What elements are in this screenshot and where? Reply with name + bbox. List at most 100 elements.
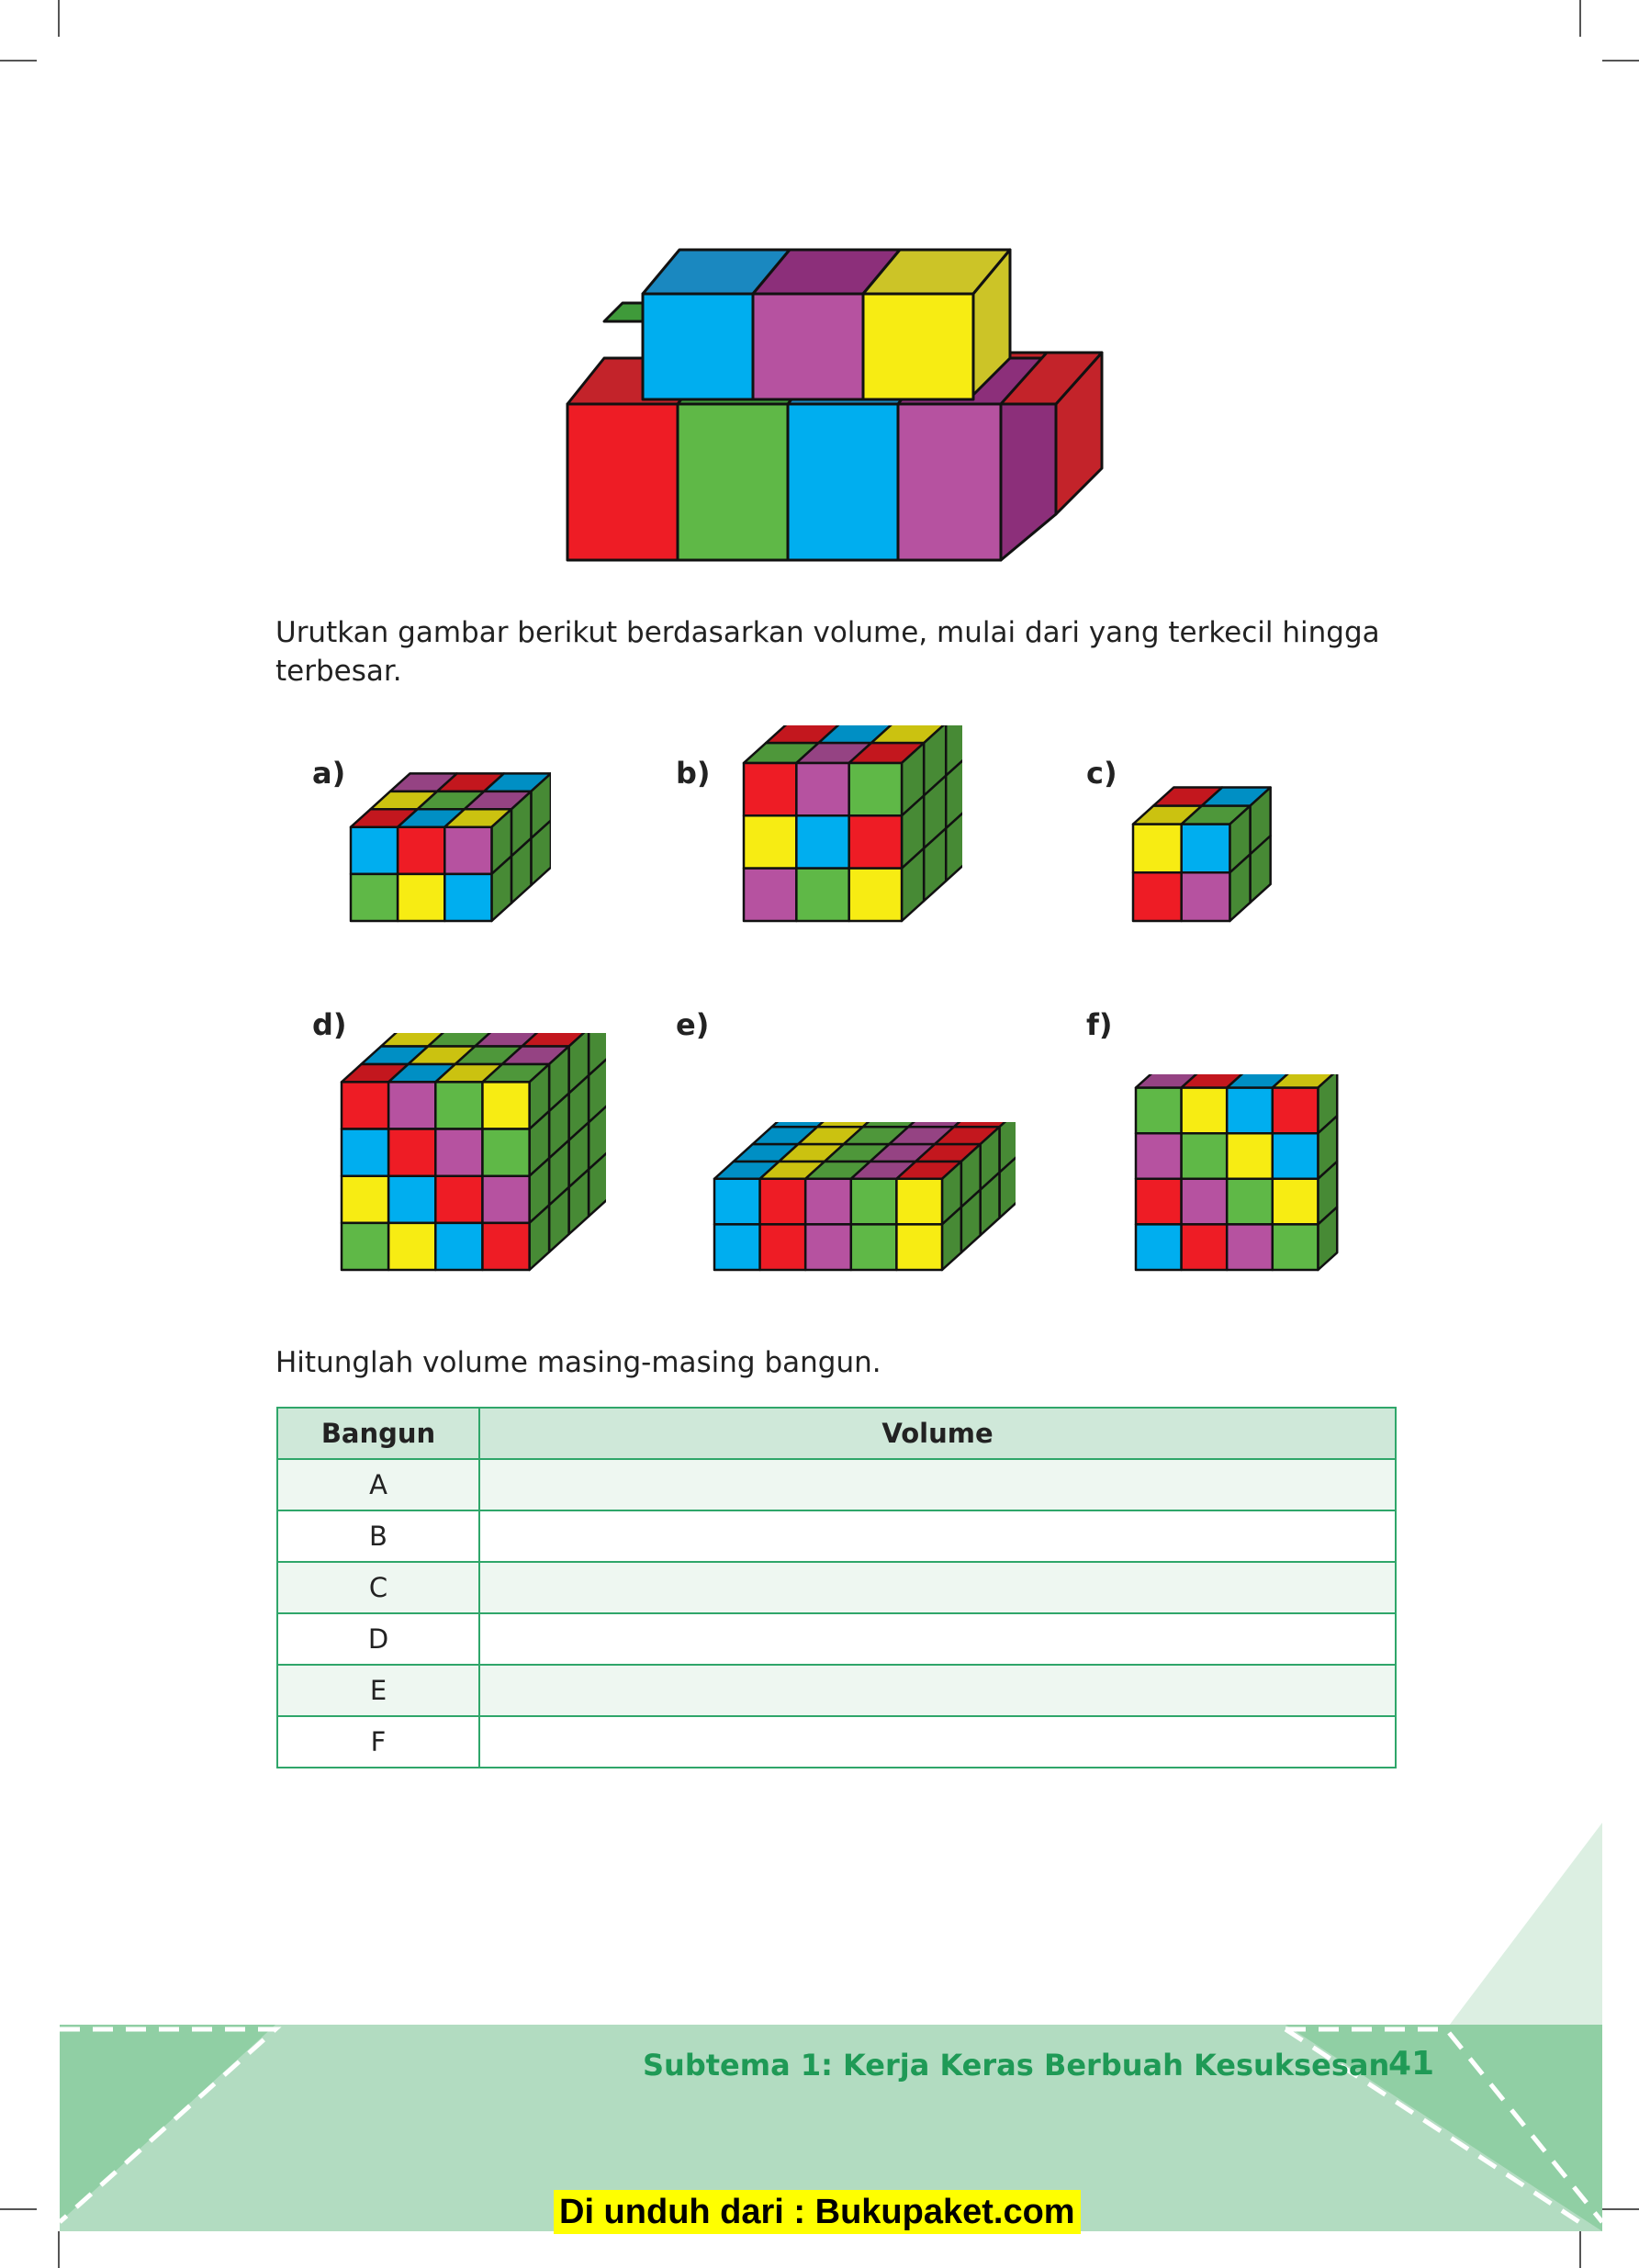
cube-front-face: [481, 1081, 531, 1130]
cell-volume[interactable]: [478, 1715, 1397, 1768]
cube-front-face: [349, 825, 399, 876]
cube-front-face: [1180, 1086, 1229, 1135]
cube-front-face: [849, 1177, 898, 1226]
cube-front-face: [848, 761, 904, 817]
stacked-cubes-illustration: [566, 248, 1104, 562]
compute-instruction: Hitunglah volume masing-masing bangun.: [275, 1346, 881, 1379]
order-instruction: Urutkan gambar berikut berdasarkan volum…: [275, 613, 1405, 691]
cuboid-figure-f: [1134, 1074, 1339, 1272]
cube-front-face: [1134, 1131, 1183, 1181]
cube-front-face: [443, 825, 493, 876]
table-header-row: Bangun Volume: [276, 1407, 1397, 1460]
cube-front-face: [1225, 1131, 1274, 1181]
cube-front-face: [396, 872, 446, 923]
cube-front-face: [795, 814, 850, 870]
cube-front-face: [481, 1128, 531, 1177]
cube-front-face: [1180, 1177, 1229, 1226]
volume-table: Bangun Volume A B C D E F: [276, 1407, 1397, 1768]
cube-front-face: [340, 1128, 390, 1177]
cell-volume[interactable]: [478, 1664, 1397, 1717]
cube-front-face: [1271, 1131, 1319, 1181]
cube-front-face: [1225, 1177, 1274, 1226]
cube-front-face: [1271, 1177, 1319, 1226]
cube-front-face: [387, 1081, 437, 1130]
cube-front-face: [1180, 1131, 1229, 1181]
cube-front-face: [1225, 1086, 1274, 1135]
cube-front-face: [1131, 823, 1183, 874]
cell-bangun: E: [276, 1664, 480, 1717]
order-instruction-line2: terbesar.: [275, 655, 402, 688]
cube-front-face: [1180, 823, 1231, 874]
cube-front-face: [742, 867, 798, 923]
cell-bangun: C: [276, 1561, 480, 1614]
cube-front-face: [849, 1223, 898, 1272]
cell-bangun: D: [276, 1612, 480, 1666]
cell-bangun: B: [276, 1510, 480, 1563]
cube-front-face: [1271, 1223, 1319, 1272]
cuboid-figure-a: [349, 772, 551, 923]
cube-front-face: [895, 1177, 944, 1226]
table-row: A: [276, 1458, 1397, 1511]
cube-front-face: [387, 1128, 437, 1177]
cell-volume[interactable]: [478, 1510, 1397, 1563]
figure-label-a: a): [312, 756, 346, 791]
cube-front-face: [1225, 1223, 1274, 1272]
cube-front-face: [1134, 1086, 1183, 1135]
cube-front-face: [434, 1221, 484, 1272]
cell-volume[interactable]: [478, 1458, 1397, 1511]
cube-front-face: [1131, 871, 1183, 923]
cuboid-figure-e: [713, 1122, 1016, 1272]
table-row: C: [276, 1561, 1397, 1614]
cell-bangun: F: [276, 1715, 480, 1768]
figure-label-e: e): [676, 1007, 710, 1042]
cube-front-face: [340, 1221, 390, 1272]
cube-front-face: [848, 814, 904, 870]
crop-mark: [1602, 60, 1639, 62]
cube-front-face: [795, 867, 850, 923]
figure-label-b: b): [676, 756, 711, 791]
cube-front-face: [1180, 1223, 1229, 1272]
cuboid-figure-d: [340, 1033, 606, 1272]
order-instruction-line1: Urutkan gambar berikut berdasarkan volum…: [275, 616, 1380, 649]
cube-front-face: [713, 1177, 761, 1226]
crop-mark: [58, 0, 60, 37]
cuboid-figure-b: [742, 725, 962, 923]
cell-volume[interactable]: [478, 1612, 1397, 1666]
table-row: B: [276, 1510, 1397, 1563]
cell-volume[interactable]: [478, 1561, 1397, 1614]
crop-mark: [0, 60, 37, 62]
header-bangun: Bangun: [276, 1407, 480, 1460]
cell-bangun: A: [276, 1458, 480, 1511]
table-row: F: [276, 1715, 1397, 1768]
cube-front-face: [434, 1174, 484, 1225]
page-number: 41: [1388, 2045, 1435, 2083]
cube-front-face: [434, 1081, 484, 1130]
cube-front-face: [1134, 1177, 1183, 1226]
cube-front-face: [803, 1223, 853, 1272]
cube-front-face: [848, 867, 904, 923]
cube-front-face: [758, 1223, 807, 1272]
cube-front-face: [340, 1081, 390, 1130]
figure-label-c: c): [1086, 756, 1117, 791]
cube-front-face: [1180, 871, 1231, 923]
table-row: E: [276, 1664, 1397, 1717]
table-row: D: [276, 1612, 1397, 1666]
cube-front-face: [387, 1174, 437, 1225]
cube-front-face: [742, 814, 798, 870]
cube-front-face: [895, 1223, 944, 1272]
cube-front-face: [387, 1221, 437, 1272]
cube-front-face: [742, 761, 798, 817]
cube-front-face: [434, 1128, 484, 1177]
figure-label-f: f): [1086, 1007, 1113, 1042]
cube-front-face: [396, 825, 446, 876]
cuboid-figure-c: [1131, 786, 1272, 923]
cube-front-face: [758, 1177, 807, 1226]
cube-front-face: [349, 872, 399, 923]
subtema-title: Subtema 1: Kerja Keras Berbuah Kesuksesa…: [643, 2048, 1390, 2083]
crop-mark: [1579, 0, 1581, 37]
cube-front-face: [443, 872, 493, 923]
cube-front-face: [713, 1223, 761, 1272]
cube-front-face: [481, 1174, 531, 1225]
cube-front-face: [340, 1174, 390, 1225]
cube-front-face: [1271, 1086, 1319, 1135]
